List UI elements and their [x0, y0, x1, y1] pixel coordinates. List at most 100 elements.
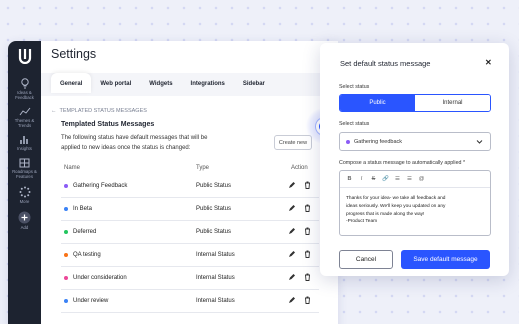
status-color-dot: [64, 253, 68, 257]
more-dots-icon: [19, 186, 30, 198]
status-type: Public Status: [196, 183, 232, 189]
arrow-left-icon: ←: [51, 108, 57, 114]
status-type: Internal Status: [196, 275, 235, 281]
message-editor[interactable]: B I S 🔗 ☰ ☰ @ Thanks for your idea- we t…: [339, 170, 491, 236]
status-name: Under consideration: [73, 275, 127, 281]
edit-icon[interactable]: [288, 250, 296, 258]
italic-icon[interactable]: I: [358, 176, 365, 182]
status-type: Internal Status: [196, 252, 235, 258]
table-row: Gathering Feedback Public Status: [61, 175, 319, 198]
section-title: Templated Status Messages: [61, 121, 155, 128]
app-logo-icon[interactable]: [17, 48, 33, 64]
table-header: Name Type Action: [61, 165, 319, 175]
compose-label: Compose a status message to automaticall…: [339, 160, 466, 166]
sidebar-item-label: Themes & Trends: [14, 118, 35, 128]
status-message-modal: Set default status message ✕ Select stat…: [320, 43, 509, 276]
trash-icon[interactable]: [304, 204, 311, 212]
select-status-label: Select status: [339, 84, 370, 90]
sidebar-item-label: Insights: [17, 146, 32, 151]
edit-icon[interactable]: [288, 296, 296, 304]
trash-icon[interactable]: [304, 227, 311, 235]
select-status-label: Select status: [339, 121, 370, 127]
status-color-dot: [64, 276, 68, 280]
sidebar-item-more[interactable]: More: [8, 186, 41, 204]
trash-icon[interactable]: [304, 250, 311, 258]
column-header-type: Type: [196, 165, 210, 171]
bar-chart-icon: [20, 136, 28, 144]
mention-icon[interactable]: @: [418, 176, 425, 182]
edit-icon[interactable]: [288, 204, 296, 212]
tab-list: General Web portal Widgets Integrations …: [51, 73, 274, 93]
sidebar-item-label: Roadmaps & Features: [12, 169, 37, 179]
bold-icon[interactable]: B: [346, 176, 353, 182]
page-title: Settings: [51, 47, 97, 61]
tab-web-portal[interactable]: Web portal: [91, 73, 140, 93]
bullet-list-icon[interactable]: ☰: [394, 176, 401, 182]
status-name: QA testing: [73, 252, 101, 258]
chevron-down-icon: [476, 140, 483, 144]
back-link-label: TEMPLATED STATUS MESSAGES: [59, 108, 147, 114]
table-row: In Beta Public Status: [61, 198, 319, 221]
sidebar-item-label: Ideas & Feedback: [15, 90, 34, 100]
edit-icon[interactable]: [288, 227, 296, 235]
close-icon[interactable]: ✕: [485, 58, 492, 67]
table-row: Under review Internal Status: [61, 290, 319, 313]
sidebar-item-label: Add: [20, 225, 29, 230]
main-content: Settings General Web portal Widgets Inte…: [41, 41, 338, 324]
cancel-button[interactable]: Cancel: [339, 250, 393, 269]
sidebar-item-roadmaps[interactable]: Roadmaps & Features: [8, 158, 41, 179]
status-type-toggle: Public Internal: [339, 94, 491, 112]
status-name: Gathering Feedback: [73, 183, 128, 189]
numbered-list-icon[interactable]: ☰: [406, 176, 413, 182]
internal-option[interactable]: Internal: [415, 95, 490, 111]
status-color-dot: [64, 184, 68, 188]
status-name: Under review: [73, 298, 109, 304]
settings-window: Ideas & Feedback Themes & Trends Insight…: [8, 41, 338, 324]
tab-integrations[interactable]: Integrations: [182, 73, 234, 93]
status-color-dot: [64, 299, 68, 303]
edit-icon[interactable]: [288, 273, 296, 281]
public-option[interactable]: Public: [340, 95, 415, 111]
sidebar-item-add[interactable]: Add: [8, 211, 41, 230]
status-table: Gathering Feedback Public Status In Beta…: [61, 175, 319, 313]
status-color-dot: [346, 140, 350, 144]
editor-toolbar: B I S 🔗 ☰ ☰ @: [340, 171, 490, 188]
back-link[interactable]: ← TEMPLATED STATUS MESSAGES: [51, 108, 147, 114]
trash-icon[interactable]: [304, 273, 311, 281]
trash-icon[interactable]: [304, 181, 311, 189]
strikethrough-icon[interactable]: S: [370, 176, 377, 182]
roadmap-icon: [19, 158, 30, 168]
column-header-action: Action: [291, 165, 308, 171]
status-color-dot: [64, 207, 68, 211]
status-type: Public Status: [196, 206, 232, 212]
tab-widgets[interactable]: Widgets: [140, 73, 181, 93]
add-icon: [18, 211, 31, 224]
trend-icon: [19, 107, 30, 116]
column-header-name: Name: [64, 165, 81, 171]
modal-title: Set default status message: [340, 59, 431, 68]
status-type: Internal Status: [196, 298, 235, 304]
create-new-button[interactable]: Create new: [274, 135, 312, 150]
table-row: QA testing Internal Status: [61, 244, 319, 267]
sidebar-item-themes[interactable]: Themes & Trends: [8, 107, 41, 128]
trash-icon[interactable]: [304, 296, 311, 304]
sidebar-item-ideas[interactable]: Ideas & Feedback: [8, 78, 41, 100]
table-row: Under consideration Internal Status: [61, 267, 319, 290]
tab-general[interactable]: General: [51, 73, 92, 93]
status-name: Deferred: [73, 229, 97, 235]
status-select[interactable]: Gathering feedback: [339, 132, 491, 151]
selected-status: Gathering feedback: [354, 139, 403, 145]
sidebar-item-insights[interactable]: Insights: [8, 135, 41, 151]
section-description: The following status have default messag…: [61, 135, 208, 151]
message-text[interactable]: Thanks for your idea- we take all feedba…: [340, 188, 490, 233]
status-color-dot: [64, 230, 68, 234]
tab-sidebar[interactable]: Sidebar: [234, 73, 274, 93]
table-row: Deferred Public Status: [61, 221, 319, 244]
link-icon[interactable]: 🔗: [382, 176, 389, 182]
edit-icon[interactable]: [288, 181, 296, 189]
status-name: In Beta: [73, 206, 93, 212]
sidebar-item-label: More: [19, 199, 30, 204]
status-type: Public Status: [196, 229, 232, 235]
lightbulb-icon: [20, 78, 29, 89]
save-default-message-button[interactable]: Save default message: [401, 250, 490, 269]
